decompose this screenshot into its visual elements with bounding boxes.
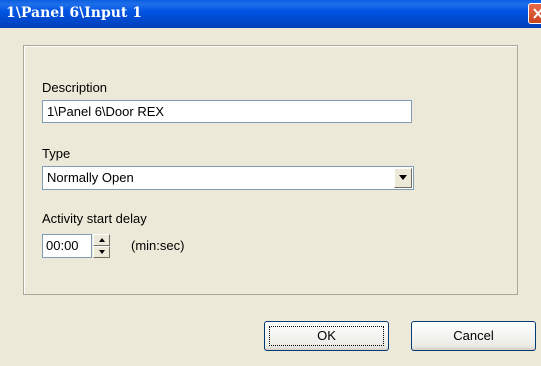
description-label: Description (42, 80, 108, 95)
ok-button[interactable]: OK (264, 321, 389, 351)
type-selected-value: Normally Open (47, 170, 134, 185)
close-button[interactable] (528, 3, 541, 24)
arrow-down-icon (99, 250, 105, 254)
delay-spinner (93, 234, 110, 258)
description-input[interactable]: 1\Panel 6\Door REX (42, 100, 412, 123)
arrow-up-icon (99, 238, 105, 242)
delay-decrement-button[interactable] (93, 246, 110, 258)
delay-label: Activity start delay (42, 211, 147, 226)
close-icon (533, 8, 541, 19)
chevron-down-icon (399, 175, 407, 180)
delay-unit-label: (min:sec) (131, 238, 185, 253)
cancel-button-label: Cancel (453, 328, 494, 343)
title-bar[interactable]: 1\Panel 6\Input 1 (0, 0, 541, 28)
delay-increment-button[interactable] (93, 234, 110, 246)
cancel-button[interactable]: Cancel (411, 321, 536, 351)
delay-input[interactable]: 00:00 (42, 234, 92, 258)
focus-ring (269, 326, 384, 346)
type-dropdown-button[interactable] (394, 168, 412, 188)
type-dropdown[interactable]: Normally Open (42, 166, 414, 190)
window-title: 1\Panel 6\Input 1 (6, 5, 142, 21)
type-label: Type (42, 146, 71, 161)
